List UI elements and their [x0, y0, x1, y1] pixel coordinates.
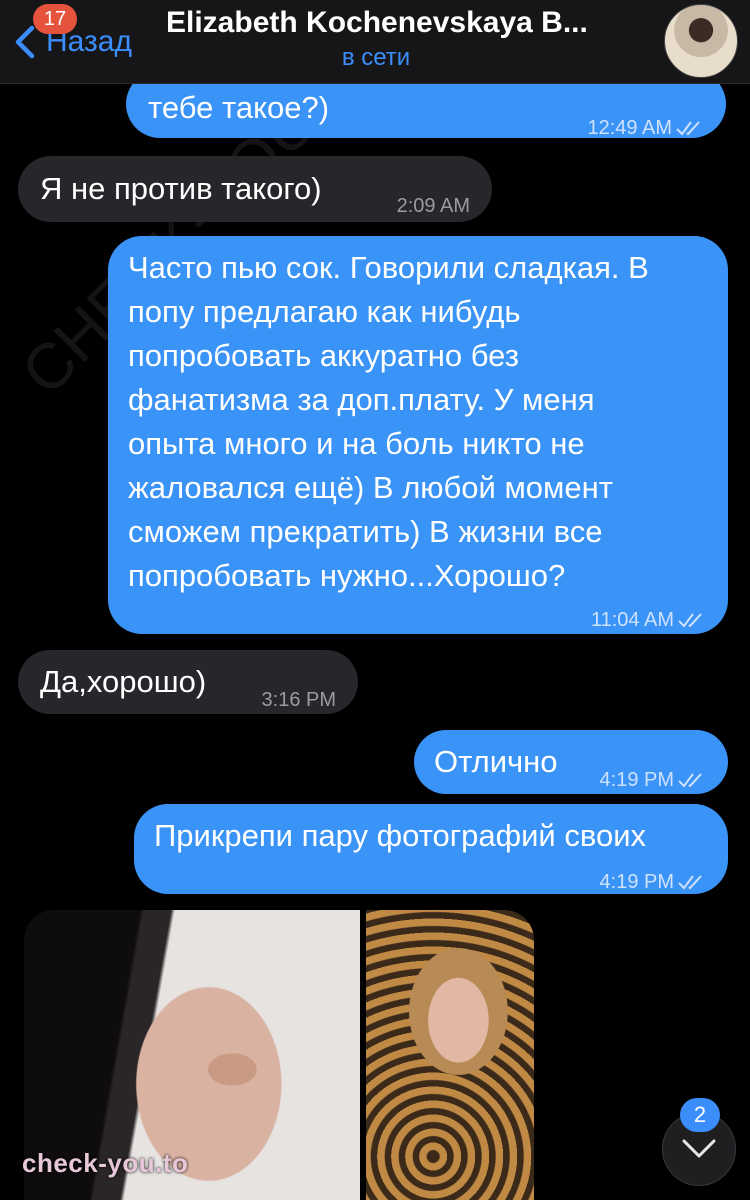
- message-meta: 3:16 PM: [262, 678, 336, 722]
- message-time: 12:49 AM: [587, 117, 672, 139]
- double-check-icon: [678, 613, 702, 628]
- online-status: в сети: [341, 44, 411, 71]
- message-meta: 4:19 PM: [600, 758, 706, 802]
- double-check-icon: [676, 121, 700, 136]
- message-meta: 2:09 AM: [397, 184, 470, 228]
- message-bubble-outgoing[interactable]: Отлично 4:19 PM: [414, 730, 728, 794]
- message-bubble-incoming[interactable]: Да,хорошо) 3:16 PM: [18, 650, 358, 714]
- chat-title[interactable]: Elizabeth Kochenevskaya B...: [166, 6, 636, 40]
- message-time: 2:09 AM: [396, 195, 470, 217]
- message-text: Отлично: [434, 744, 558, 779]
- chat-header: Назад 17 Elizabeth Kochenevskaya B... в …: [0, 0, 750, 84]
- message-bubble-outgoing[interactable]: Часто пью сок. Говорили сладкая. В попу …: [108, 236, 728, 634]
- message-text: тебе такое?): [148, 90, 330, 125]
- watermark-text: check-you.to: [22, 1148, 189, 1178]
- unread-count-badge: 2: [680, 1098, 720, 1132]
- avatar[interactable]: [664, 4, 738, 78]
- message-time: 4:19 PM: [599, 769, 674, 791]
- message-meta: 4:19 PM: [600, 860, 706, 904]
- message-text: Часто пью сок. Говорили сладкая. В попу …: [128, 250, 649, 593]
- message-time: 11:04 AM: [590, 609, 674, 631]
- message-bubble-outgoing[interactable]: Прикрепи пару фотографий своих 4:19 PM: [134, 804, 728, 894]
- message-text: Я не против такого): [40, 171, 322, 206]
- message-text: Прикрепи пару фотографий своих: [154, 818, 647, 853]
- message-bubble-incoming[interactable]: Я не против такого) 2:09 AM: [18, 156, 492, 222]
- unread-badge: 17: [33, 4, 77, 34]
- chevron-down-icon: [682, 1139, 716, 1158]
- double-check-icon: [678, 773, 702, 788]
- message-text: Да,хорошо): [40, 664, 207, 699]
- message-meta: 12:49 AM: [587, 106, 704, 150]
- message-time: 3:16 PM: [261, 689, 336, 711]
- message-meta: 11:04 AM: [591, 598, 706, 642]
- message-time: 4:19 PM: [599, 871, 674, 893]
- photo-thumbnail[interactable]: [366, 910, 534, 1200]
- double-check-icon: [678, 875, 702, 890]
